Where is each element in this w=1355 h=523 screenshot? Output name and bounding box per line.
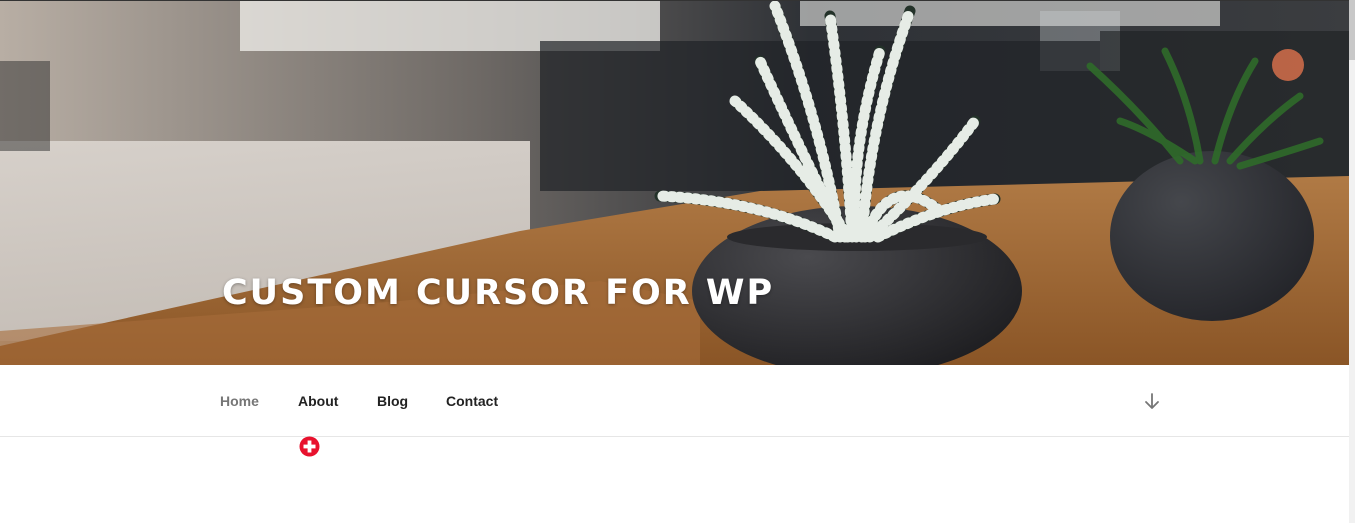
nav-item-blog[interactable]: Blog bbox=[377, 393, 408, 409]
scroll-down-arrow-icon[interactable] bbox=[1140, 389, 1164, 413]
nav-item-about[interactable]: About bbox=[298, 393, 338, 409]
scrollbar-thumb[interactable] bbox=[1349, 0, 1355, 60]
nav-item-contact[interactable]: Contact bbox=[446, 393, 498, 409]
main-navigation: Home About Blog Contact bbox=[0, 365, 1349, 437]
site-title[interactable]: CUSTOM CURSOR FOR WP bbox=[222, 273, 774, 313]
page-scrollbar[interactable] bbox=[1349, 0, 1355, 523]
nav-item-home[interactable]: Home bbox=[220, 393, 259, 409]
header-hero: CUSTOM CURSOR FOR WP bbox=[0, 0, 1349, 365]
plus-circle-cursor-icon bbox=[299, 436, 320, 457]
